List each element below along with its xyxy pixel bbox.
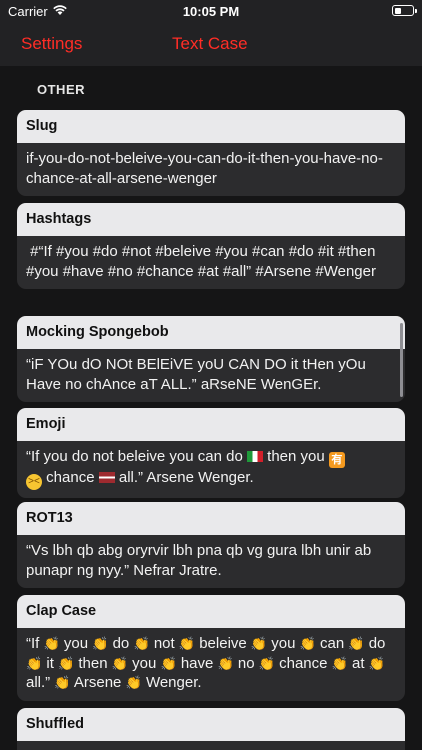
clap-word: do: [368, 635, 386, 652]
clap-icon: 👏: [26, 655, 43, 671]
card-text[interactable]: if-you-do-not-beleive-you-can-do-it-then…: [17, 143, 405, 196]
clap-icon: 👏: [348, 636, 365, 651]
back-button-settings[interactable]: Settings: [21, 34, 82, 54]
clap-word: beleive: [199, 635, 247, 652]
card-text[interactable]: “iF YOu dO NOt BElEiVE yoU CAN DO it tHe…: [17, 349, 405, 402]
clap-word: chance: [279, 654, 328, 672]
clock: 10:05 PM: [182, 4, 240, 19]
navigation-bar: Settings Text Case: [0, 24, 422, 66]
card-title: Emoji: [17, 408, 405, 441]
clap-word: no: [237, 654, 255, 672]
card-title: Clap Case: [17, 595, 405, 628]
card-title: Mocking Spongebob: [17, 316, 405, 349]
clap-icon: 👏: [92, 636, 109, 651]
clap-icon: 👏: [160, 655, 177, 671]
text-segment: chance: [42, 469, 99, 486]
italy-flag-icon: [246, 451, 263, 462]
clap-icon: 👏: [133, 636, 150, 651]
clap-icon: 👏: [368, 655, 385, 671]
clap-icon: 👏: [299, 636, 316, 651]
latvia-flag-icon: [98, 472, 115, 483]
status-bar: Carrier 10:05 PM: [0, 0, 422, 24]
clap-icon: 👏: [54, 675, 71, 690]
clap-word: you: [271, 635, 296, 652]
results-list[interactable]: OTHER Slug if-you-do-not-beleive-you-can…: [0, 66, 422, 750]
clap-icon: 👏: [58, 655, 75, 671]
card-slug[interactable]: Slug if-you-do-not-beleive-you-can-do-it…: [17, 110, 405, 196]
clap-icon: 👏: [125, 675, 142, 690]
clap-word: Wenger.: [145, 674, 202, 691]
card-text[interactable]: “If 👏 you 👏 do 👏 not 👏 beleive 👏 you 👏 c…: [17, 628, 405, 701]
card-title: Slug: [17, 110, 405, 143]
clap-icon: 👏: [250, 636, 268, 651]
clap-word: Arsene: [73, 674, 122, 691]
persevering-face-icon: ><: [26, 474, 42, 490]
clap-icon: 👏: [178, 636, 196, 651]
text-segment: “If you do not beleive you can do: [26, 448, 247, 465]
card-emoji[interactable]: Emoji “If you do not beleive you can do …: [17, 408, 405, 498]
card-clap-case[interactable]: Clap Case “If 👏 you 👏 do 👏 not 👏 beleive…: [17, 595, 405, 701]
clap-icon: 👏: [43, 636, 60, 651]
clap-icon: 👏: [258, 655, 275, 671]
clap-word: can: [320, 635, 345, 652]
clap-word: all.”: [26, 674, 51, 691]
clap-word: at: [352, 654, 365, 672]
card-title: Shuffled: [17, 708, 405, 741]
clap-word: you: [63, 635, 89, 652]
text-segment: all.” Arsene Wenger.: [114, 469, 254, 486]
section-header-other: OTHER: [37, 82, 85, 97]
card-text[interactable]: “If you do not beleive you can do then y…: [17, 441, 405, 498]
clap-icon: 👏: [111, 655, 128, 671]
page-title: Text Case: [172, 34, 248, 53]
card-hashtags[interactable]: Hashtags #“If #you #do #not #beleive #yo…: [17, 203, 405, 289]
clap-word: do: [112, 635, 130, 652]
clap-word: it: [46, 654, 54, 672]
card-rot13[interactable]: ROT13 “Vs lbh qb abg oryrvir lbh pna qb …: [17, 502, 405, 588]
clap-word: you: [132, 654, 157, 672]
card-title: Hashtags: [17, 203, 405, 236]
card-title: ROT13: [17, 502, 405, 535]
clap-word: then: [78, 654, 108, 672]
card-shuffled[interactable]: Shuffled: [17, 708, 405, 750]
card-mocking-spongebob[interactable]: Mocking Spongebob “iF YOu dO NOt BElEiVE…: [17, 316, 405, 402]
have-emoji-icon: 有: [328, 452, 345, 468]
clap-word: “If: [26, 635, 40, 652]
scroll-indicator[interactable]: [400, 323, 403, 397]
clap-word: not: [153, 635, 175, 652]
clap-icon: 👏: [331, 655, 348, 671]
text-segment: then you: [262, 448, 329, 465]
clap-icon: 👏: [217, 655, 234, 671]
card-text[interactable]: “Vs lbh qb abg oryrvir lbh pna qb vg gur…: [17, 535, 405, 588]
card-text[interactable]: #“If #you #do #not #beleive #you #can #d…: [17, 236, 405, 289]
battery-icon: [392, 5, 417, 16]
clap-word: have: [180, 654, 214, 672]
